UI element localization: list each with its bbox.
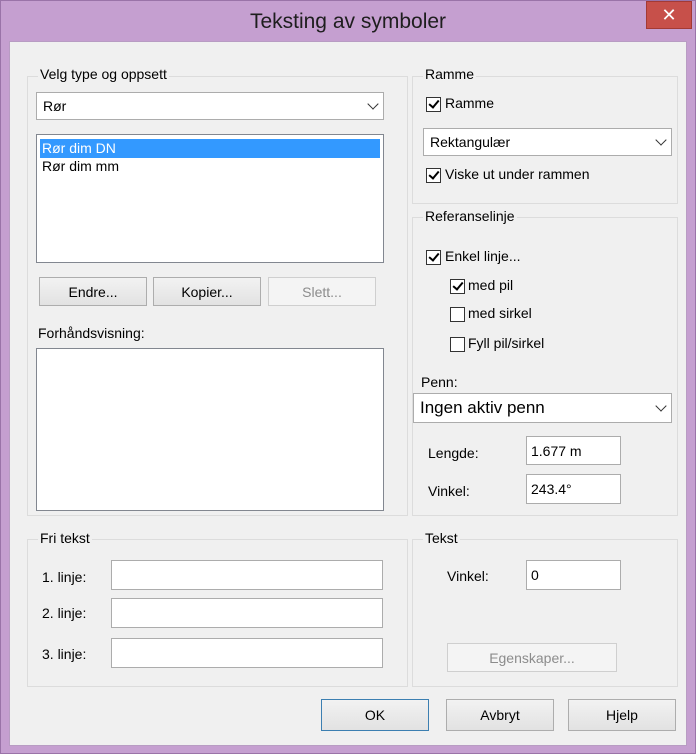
text-angle-label: Vinkel:: [447, 568, 489, 584]
ok-button[interactable]: OK: [321, 699, 429, 731]
help-button[interactable]: Hjelp: [568, 699, 676, 731]
title-bar[interactable]: Teksting av symboler ✕: [1, 1, 695, 41]
frame-shape-combobox[interactable]: Rektangulær: [423, 128, 672, 156]
pen-combobox[interactable]: Ingen aktiv penn: [413, 393, 672, 423]
erase-under-frame-checkbox[interactable]: [426, 168, 441, 183]
line3-input[interactable]: [111, 638, 383, 668]
single-line-label: Enkel linje...: [445, 248, 521, 264]
fill-arrow-circle-checkbox[interactable]: [450, 337, 465, 352]
chevron-down-icon: [655, 134, 667, 146]
chevron-down-icon: [367, 98, 379, 110]
type-listbox[interactable]: Rør dim DN Rør dim mm: [36, 134, 384, 263]
type-combobox-value: Rør: [43, 98, 67, 114]
list-item[interactable]: Rør dim mm: [40, 157, 380, 176]
type-combobox[interactable]: Rør: [36, 92, 384, 120]
angle-field[interactable]: 243.4°: [526, 474, 621, 504]
copy-button[interactable]: Kopier...: [153, 277, 261, 306]
free-text-group-label: Fri tekst: [38, 530, 92, 546]
checkmark-icon: [428, 250, 440, 262]
dialog-window: Teksting av symboler ✕ Velg type og opps…: [0, 0, 696, 754]
chevron-down-icon: [655, 400, 667, 412]
frame-group-label: Ramme: [423, 66, 477, 82]
frame-checkbox-label: Ramme: [445, 95, 495, 111]
line2-input[interactable]: [111, 598, 383, 628]
type-group-label: Velg type og oppsett: [38, 66, 169, 82]
preview-label: Forhåndsvisning:: [38, 325, 145, 341]
window-title: Teksting av symboler: [249, 10, 447, 33]
erase-under-frame-label: Viske ut under rammen: [445, 166, 590, 182]
text-angle-field[interactable]: 0: [526, 560, 621, 590]
checkmark-icon: [428, 168, 440, 180]
pen-label: Penn:: [421, 374, 458, 390]
with-circle-label: med sirkel: [468, 305, 532, 321]
with-arrow-label: med pil: [468, 277, 514, 293]
angle-label: Vinkel:: [428, 483, 470, 499]
checkmark-icon: [452, 279, 464, 291]
line3-label: 3. linje:: [42, 646, 87, 662]
frame-checkbox[interactable]: [426, 97, 441, 112]
properties-button[interactable]: Egenskaper...: [447, 643, 617, 672]
length-field[interactable]: 1.677 m: [526, 436, 621, 465]
with-arrow-checkbox[interactable]: [450, 279, 465, 294]
pen-combobox-value: Ingen aktiv penn: [420, 398, 545, 417]
single-line-checkbox[interactable]: [426, 250, 441, 265]
edit-button[interactable]: Endre...: [39, 277, 147, 306]
line1-input[interactable]: [111, 560, 383, 590]
fill-arrow-circle-label: Fyll pil/sirkel: [468, 335, 545, 351]
delete-button[interactable]: Slett...: [268, 277, 376, 306]
line2-label: 2. linje:: [42, 605, 87, 621]
length-label: Lengde:: [428, 445, 479, 461]
preview-area: [36, 348, 384, 511]
close-icon: ✕: [661, 5, 677, 25]
frame-shape-value: Rektangulær: [430, 134, 511, 150]
dialog-body: Velg type og oppsett Rør Rør dim DN Rør …: [9, 41, 687, 746]
close-button[interactable]: ✕: [646, 1, 692, 29]
reference-line-group-label: Referanselinje: [423, 208, 517, 224]
cancel-button[interactable]: Avbryt: [446, 699, 554, 731]
text-group-label: Tekst: [423, 530, 460, 546]
with-circle-checkbox[interactable]: [450, 307, 465, 322]
line1-label: 1. linje:: [42, 569, 87, 585]
checkmark-icon: [428, 97, 440, 109]
list-item[interactable]: Rør dim DN: [40, 139, 380, 158]
